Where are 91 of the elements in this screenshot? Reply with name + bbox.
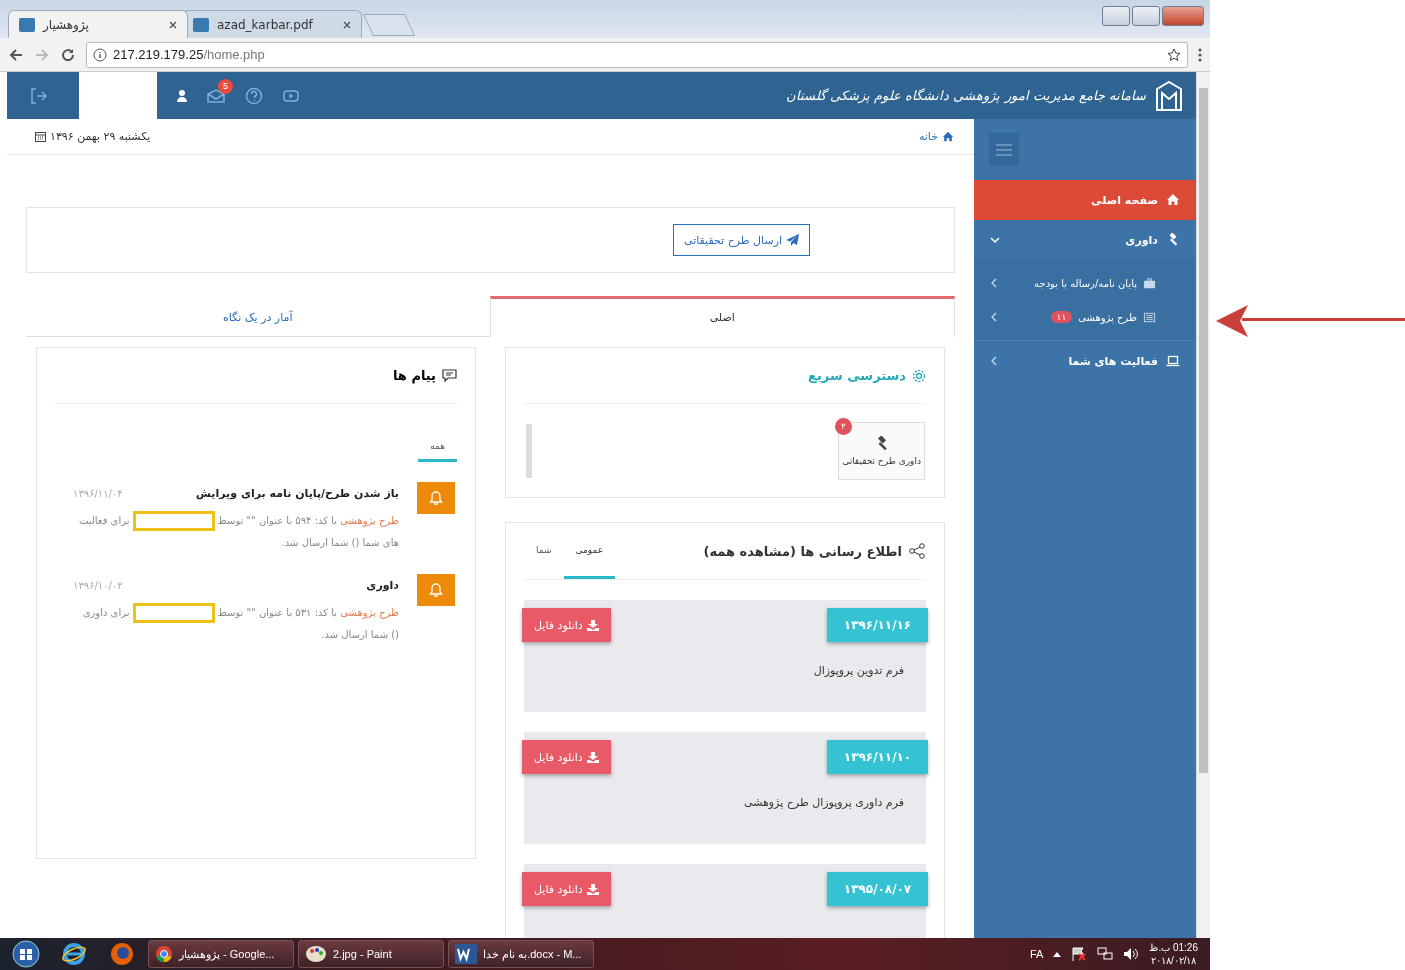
browser-tab[interactable]: پژوهشیار (8, 10, 188, 38)
university-logo-icon (1156, 80, 1182, 111)
help-icon[interactable] (245, 86, 263, 105)
breadcrumb-link[interactable]: خانه (918, 130, 954, 143)
announcement-text: فرم تدوین پروپوزال (812, 663, 905, 677)
sidebar-item[interactable]: صفحه اصلی (974, 180, 1196, 220)
section-title: دسترسی سریع (808, 368, 906, 383)
download-icon (586, 751, 599, 763)
flag-icon[interactable] (1071, 947, 1088, 961)
taskbar-button[interactable]: به نام خدا.docx - M... (448, 940, 594, 968)
comment-icon (442, 369, 457, 382)
main-tab[interactable]: اصلی (489, 296, 955, 337)
menu-icon (996, 143, 1012, 156)
chevron-left-icon (990, 278, 997, 288)
date-label: ۱۳۹۶/۱۱/۱۶ (827, 608, 928, 642)
sidebar-item[interactable]: داوری (974, 220, 1196, 260)
chrome-icon (155, 945, 173, 963)
close-tab-icon[interactable] (169, 20, 177, 29)
announcement-tab[interactable]: شما (524, 523, 564, 579)
envelope-icon[interactable] (207, 88, 225, 103)
share-icon (908, 543, 926, 559)
chevron-left-icon (990, 356, 997, 366)
download-icon (586, 883, 599, 895)
fox-globe-icon[interactable] (109, 941, 135, 967)
date-text: یکشنبه ۲۹ بهمن ۱۳۹۶ (50, 130, 151, 143)
video-icon[interactable] (283, 88, 299, 103)
star-icon[interactable] (1167, 47, 1181, 62)
submenu-item[interactable]: طرح پژوهشی ۱۱ (974, 300, 1196, 334)
paper-plane-icon (786, 234, 799, 246)
user-icon[interactable] (177, 89, 187, 102)
announcement-tab[interactable]: عمومی (563, 523, 616, 579)
chevron-down-icon (990, 236, 1000, 244)
date-label: ۱۳۹۵/۰۸/۰۷ (827, 872, 928, 906)
bell-icon (417, 574, 455, 606)
laptop-icon (1166, 354, 1180, 368)
start-button-icon[interactable] (12, 940, 40, 968)
list-icon (1143, 310, 1156, 324)
back-icon[interactable] (8, 46, 24, 63)
calendar-icon (35, 131, 46, 142)
menu-toggle-button[interactable] (989, 133, 1019, 166)
message-date: ۱۳۹۶/۱۰/۰۲ (73, 579, 123, 591)
close-tab-icon[interactable] (343, 20, 351, 29)
scrollbar-thumb[interactable] (1199, 88, 1208, 773)
tray-up-arrow-icon[interactable] (1053, 951, 1062, 957)
clock-date[interactable]: ۲۰۱۸/۰۲/۱۸ (1150, 954, 1197, 967)
message-text: طرح پژوهشی با کد: ۵۳۱ با عنوان "" توسط برای داوری () شما ارسال شد. (73, 602, 399, 646)
taskbar-button[interactable]: 2.jpg - Paint (298, 940, 444, 968)
maximize-button[interactable] (1132, 6, 1160, 26)
taskbar-button[interactable]: پژوهشیار - Google... (148, 940, 294, 968)
shortcut-tile[interactable]: داوری طرح تحقیقاتی ۲ (838, 421, 925, 480)
home-icon (942, 130, 954, 143)
section-title: پیام ها (393, 368, 436, 383)
message-date: ۱۳۹۶/۱۱/۰۴ (73, 487, 123, 499)
date-label: ۱۳۹۶/۱۱/۱۰ (827, 740, 928, 774)
url-text: 217.219.179.25/home.php (113, 47, 265, 62)
browser-e-icon[interactable] (61, 941, 87, 967)
notification-badge: 5 (218, 78, 233, 94)
favicon-icon (193, 17, 209, 32)
network-icon[interactable] (1097, 947, 1114, 961)
address-field[interactable]: 217.219.179.25/home.php (86, 41, 1188, 68)
announcement-text: فرم داوری پروپوزال طرح پژوهشی (743, 795, 905, 809)
message-title: داوری (366, 578, 399, 592)
download-icon (586, 619, 599, 631)
language-indicator[interactable]: FA (1029, 948, 1044, 960)
chevron-left-icon (990, 312, 997, 322)
count-badge: ۱۱ (1050, 311, 1073, 323)
minimize-button[interactable] (1102, 6, 1130, 26)
favicon-icon (19, 17, 35, 32)
word-document-icon (455, 944, 477, 964)
info-icon (93, 47, 107, 62)
submit-research-button[interactable]: ارسال طرح تحقیقاتی (672, 224, 810, 256)
scrollbar[interactable] (1196, 72, 1210, 938)
home-icon (1166, 193, 1180, 207)
gear-icon (912, 368, 926, 383)
scroll-indicator (526, 423, 532, 478)
message-text: طرح پژوهشی با کد: ۵۹۴ با عنوان "" توسط برای فعالیت های شما () شما ارسال شد. (73, 510, 399, 554)
count-badge: ۲ (835, 417, 852, 435)
section-title: اطلاع رسانی ها (مشاهده همه) (703, 543, 902, 559)
clock-time[interactable]: 01:26 ب.ظ (1149, 941, 1198, 954)
sidebar-item[interactable]: فعالیت های شما (974, 341, 1196, 381)
palette-icon (305, 945, 327, 963)
speaker-icon[interactable] (1123, 947, 1140, 961)
sign-out-icon[interactable] (29, 86, 47, 105)
briefcase-icon (1143, 276, 1156, 290)
message-tab[interactable]: همه (418, 441, 457, 462)
bell-icon (417, 482, 455, 514)
site-title: سامانه جامع مدیریت امور پژوهشی دانشگاه علوم پزشکی گلستان (785, 88, 1146, 103)
message-title: باز شدن طرح/پایان نامه برای ویرایش (195, 486, 399, 500)
reload-icon[interactable] (60, 46, 76, 63)
submenu-item[interactable]: پایان نامه/رساله با بودجه (974, 266, 1196, 300)
menu-icon[interactable] (1198, 47, 1202, 62)
